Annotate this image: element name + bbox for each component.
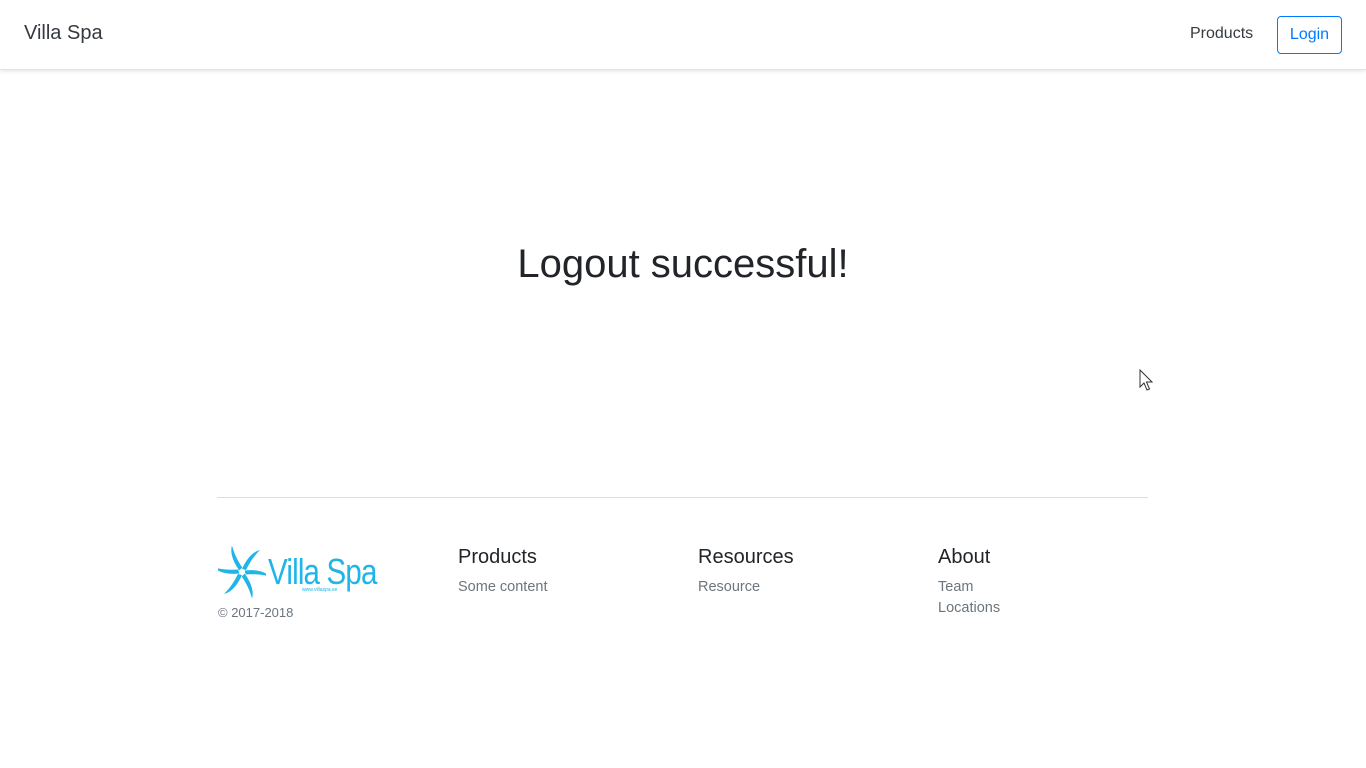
top-navbar: Villa Spa Products Login — [0, 0, 1366, 70]
footer-column-about: About Team Locations — [938, 545, 1000, 619]
footer-brand-column: Villa Spa www.villaspa.se © 2017-2018 — [218, 545, 400, 621]
footer-heading-products: Products — [458, 546, 537, 568]
footer-link-resource[interactable]: Resource — [698, 577, 794, 598]
logout-message: Logout successful! — [517, 242, 849, 286]
footer-divider — [217, 497, 1148, 498]
mouse-cursor-icon — [1139, 368, 1155, 398]
brand-link[interactable]: Villa Spa — [24, 21, 103, 45]
logo-wordmark: Villa Spa — [268, 551, 377, 592]
footer-heading-about: About — [938, 546, 991, 568]
logo-url-text: www.villaspa.se — [302, 587, 338, 593]
footer-link-locations[interactable]: Locations — [938, 598, 1000, 619]
login-button[interactable]: Login — [1277, 16, 1342, 54]
pinwheel-logo-icon — [218, 546, 266, 598]
footer-column-resources: Resources Resource — [698, 545, 794, 598]
footer-link-some-content[interactable]: Some content — [458, 577, 547, 598]
footer-link-team[interactable]: Team — [938, 577, 1000, 598]
villa-spa-logo: Villa Spa www.villaspa.se — [218, 545, 400, 599]
footer-heading-resources: Resources — [698, 546, 794, 568]
footer-column-products: Products Some content — [458, 545, 547, 598]
copyright-text: © 2017-2018 — [218, 605, 294, 620]
nav-link-products[interactable]: Products — [1190, 24, 1253, 44]
